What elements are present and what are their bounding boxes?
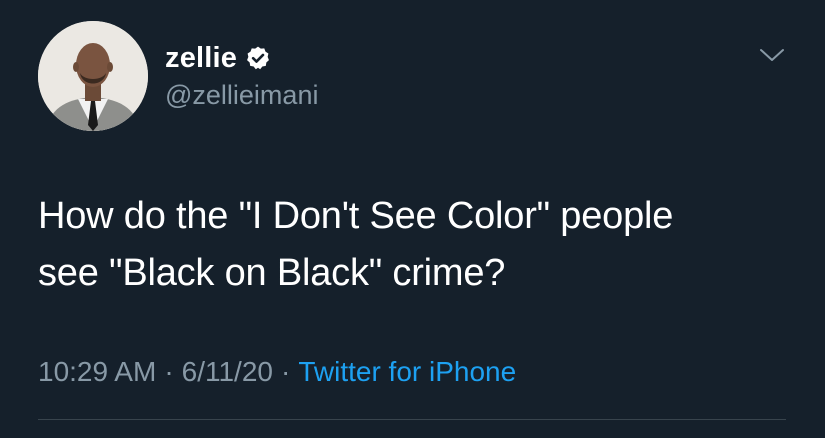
divider — [38, 419, 786, 420]
display-name[interactable]: zellie — [165, 42, 237, 75]
avatar-photo — [38, 21, 148, 131]
tweet-meta: 10:29 AM · 6/11/20 · Twitter for iPhone — [38, 356, 516, 388]
tweet-time[interactable]: 10:29 AM — [38, 356, 156, 388]
tweet-source-link[interactable]: Twitter for iPhone — [298, 356, 516, 388]
chevron-down-icon[interactable] — [757, 43, 787, 67]
avatar[interactable] — [38, 21, 148, 131]
meta-separator: · — [164, 356, 174, 387]
verified-badge-icon — [247, 46, 270, 70]
tweet-date[interactable]: 6/11/20 — [182, 356, 273, 388]
name-row[interactable]: zellie — [165, 40, 271, 76]
tweet: zellie @zellieimani How do the "I Don't … — [0, 0, 825, 438]
user-handle[interactable]: @zellieimani — [165, 80, 318, 111]
tweet-text: How do the "I Don't See Color" people se… — [38, 195, 674, 294]
meta-separator: · — [280, 356, 291, 387]
